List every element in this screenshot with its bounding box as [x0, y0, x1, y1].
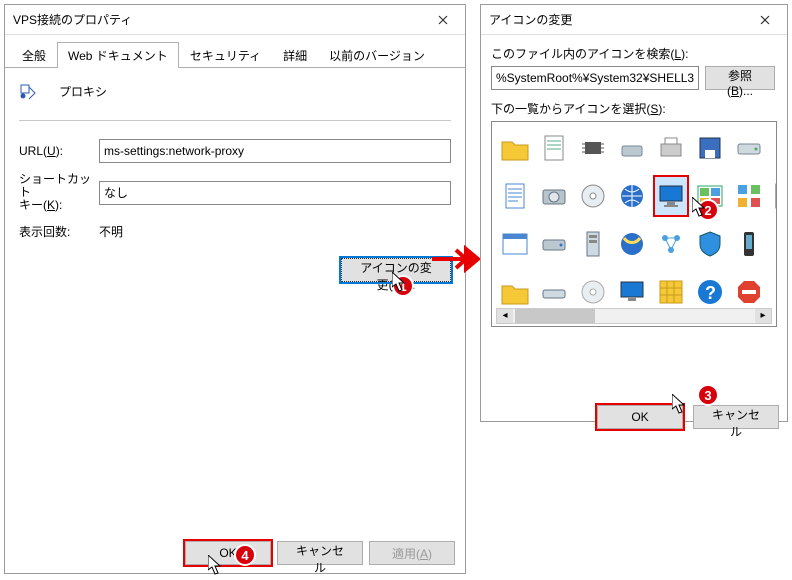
tab-web-document[interactable]: Web ドキュメント: [57, 42, 179, 68]
bin-icon[interactable]: [771, 272, 777, 312]
callout-3: 3: [697, 384, 719, 406]
screen-icon[interactable]: [615, 272, 649, 312]
folder2-icon[interactable]: [498, 272, 532, 312]
close-icon: [760, 15, 770, 25]
group-header: プロキシ: [19, 82, 451, 100]
scroll-right-button[interactable]: ▸: [755, 309, 771, 323]
ok-button[interactable]: OK: [597, 405, 683, 429]
cd-icon[interactable]: [576, 176, 610, 216]
dialog-title: アイコンの変更: [489, 11, 572, 28]
icon-grid[interactable]: A?: [498, 128, 770, 316]
globe2-icon[interactable]: [615, 224, 649, 264]
grid-icon[interactable]: [654, 272, 688, 312]
arrow-icon: [432, 245, 480, 273]
change-icon-dialog: アイコンの変更 このファイル内のアイコンを検索(L): 参照(B)... 下の一…: [480, 4, 788, 422]
drive-icon[interactable]: [732, 128, 766, 168]
tab-security[interactable]: セキュリティ: [179, 42, 272, 68]
shield-icon[interactable]: [693, 224, 727, 264]
fonts-icon[interactable]: A: [771, 224, 777, 264]
row-shortcut: ショートカットキー(K):: [19, 173, 451, 213]
visits-value: 不明: [99, 223, 123, 240]
apply-button[interactable]: 適用(A): [369, 541, 455, 565]
browse-button[interactable]: 参照(B)...: [705, 66, 775, 90]
callout-2: 2: [697, 199, 719, 221]
url-label: URL(U):: [19, 144, 99, 158]
disk-icon[interactable]: [615, 128, 649, 168]
phone-icon[interactable]: [732, 224, 766, 264]
dialog-footer: OK キャンセル: [481, 397, 787, 437]
dialog-footer: OK キャンセル 適用(A): [185, 541, 455, 565]
content-area: このファイル内のアイコンを検索(L): 参照(B)... 下の一覧からアイコンを…: [481, 35, 787, 337]
callout-1: 1: [392, 275, 414, 297]
monitor-icon[interactable]: [654, 176, 688, 216]
cancel-button[interactable]: キャンセル: [693, 405, 779, 429]
ok-button[interactable]: OK: [185, 541, 271, 565]
disc-icon[interactable]: [576, 272, 610, 312]
cancel-button[interactable]: キャンセル: [277, 541, 363, 565]
change-icon-row: アイコンの変更(C)...: [19, 258, 451, 282]
visits-label: 表示回数:: [19, 223, 99, 240]
row-visits: 表示回数: 不明: [19, 223, 451, 240]
row-url: URL(U):: [19, 139, 451, 163]
tab-details[interactable]: 詳細: [272, 42, 318, 68]
icon-grid-container: A? ◂ ▸: [491, 121, 777, 327]
dialog-title: VPS接続のプロパティ: [13, 11, 132, 28]
doc-icon[interactable]: [498, 176, 532, 216]
window-icon[interactable]: [498, 224, 532, 264]
network-icon[interactable]: [654, 224, 688, 264]
icon-path-input[interactable]: [491, 66, 699, 90]
folder-icon[interactable]: [498, 128, 532, 168]
tab-general[interactable]: 全般: [11, 42, 57, 68]
hdd2-icon[interactable]: [537, 224, 571, 264]
close-button[interactable]: [743, 5, 787, 35]
titlebar: VPS接続のプロパティ: [5, 5, 465, 35]
callout-4: 4: [234, 544, 256, 566]
globe-icon[interactable]: [615, 176, 649, 216]
hdd-icon[interactable]: [537, 176, 571, 216]
printer-icon[interactable]: [654, 128, 688, 168]
page-icon[interactable]: [537, 128, 571, 168]
grid-label: 下の一覧からアイコンを選択(S):: [491, 100, 777, 117]
tab-previous-versions[interactable]: 以前のバージョン: [318, 42, 436, 68]
drive3-icon[interactable]: [537, 272, 571, 312]
internet-icon: [19, 82, 37, 100]
svg-text:?: ?: [705, 283, 716, 303]
help-icon[interactable]: ?: [693, 272, 727, 312]
chip-icon[interactable]: [576, 128, 610, 168]
url-input[interactable]: [99, 139, 451, 163]
close-button[interactable]: [421, 5, 465, 35]
path-label: このファイル内のアイコンを検索(L):: [491, 45, 777, 62]
group-label: プロキシ: [59, 83, 107, 100]
tab-strip: 全般 Web ドキュメント セキュリティ 詳細 以前のバージョン: [5, 35, 465, 68]
shortcut-label: ショートカットキー(K):: [19, 173, 99, 213]
floppy-icon[interactable]: [693, 128, 727, 168]
shortcut-icon[interactable]: [771, 176, 777, 216]
shortcut-input[interactable]: [99, 181, 451, 205]
drive2-icon[interactable]: [771, 128, 777, 168]
horizontal-scrollbar[interactable]: ◂ ▸: [496, 308, 772, 324]
apps-icon[interactable]: [732, 176, 766, 216]
content-area: プロキシ URL(U): ショートカットキー(K): 表示回数: 不明 アイコン…: [5, 68, 465, 296]
scroll-thumb[interactable]: [515, 309, 595, 323]
close-icon: [438, 15, 448, 25]
stop-icon[interactable]: [732, 272, 766, 312]
server-icon[interactable]: [576, 224, 610, 264]
scroll-left-button[interactable]: ◂: [497, 309, 513, 323]
titlebar: アイコンの変更: [481, 5, 787, 35]
